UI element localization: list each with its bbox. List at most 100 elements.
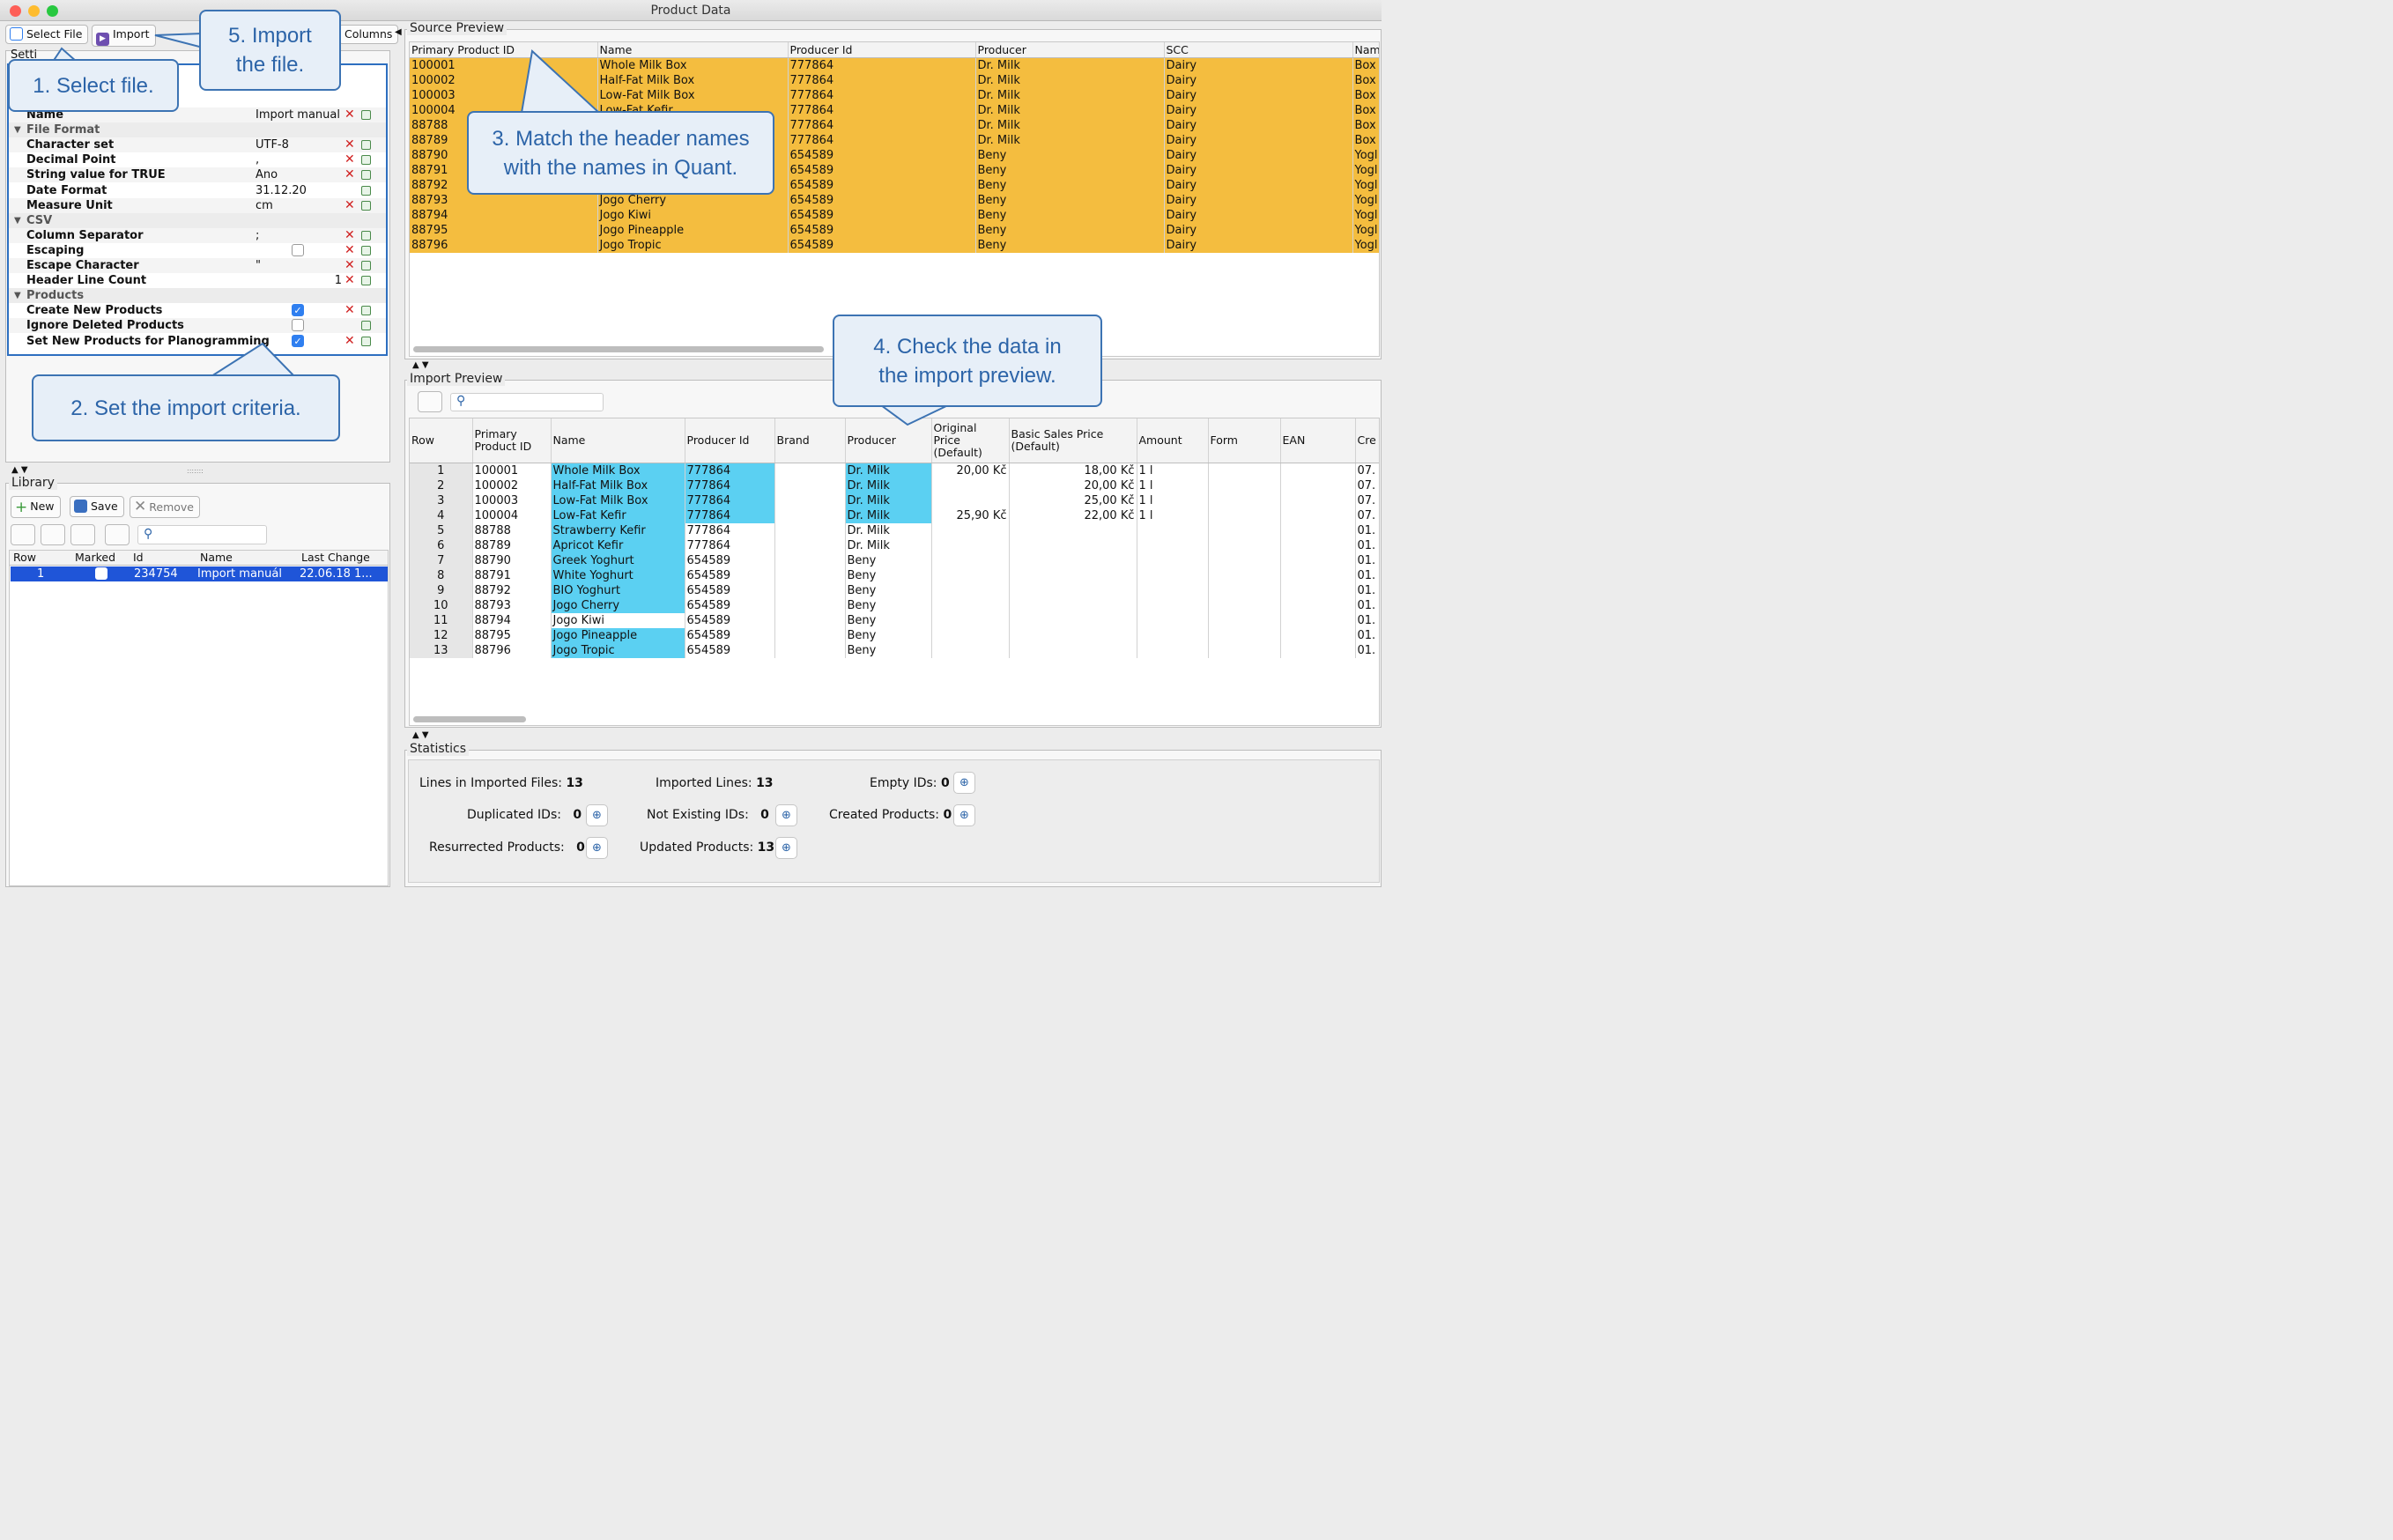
- expand-triangle-icon[interactable]: ▼: [14, 122, 21, 137]
- source-table-row[interactable]: 88794 Jogo Kiwi 654589 Beny Dairy Yogl: [410, 208, 1379, 223]
- import-table-row[interactable]: 4 100004 Low-Fat Kefir 777864 Dr. Milk 25,90 …: [410, 507, 1379, 523]
- import-table-row[interactable]: 6 88789 Apricot Kefir 777864 Dr. Milk 01.: [410, 537, 1379, 553]
- duplicate-icon[interactable]: [70, 524, 95, 545]
- export-icon[interactable]: [105, 524, 130, 545]
- export-preview-icon[interactable]: [418, 391, 442, 412]
- splitter-grip[interactable]: :::::::: [187, 467, 204, 475]
- save-button[interactable]: Save: [70, 496, 124, 517]
- import-column-header[interactable]: Brand: [774, 418, 846, 463]
- import-column-header[interactable]: Cre: [1355, 418, 1379, 463]
- copy-setting-icon[interactable]: [361, 321, 371, 331]
- import-column-header[interactable]: Row: [410, 418, 473, 463]
- source-column-header[interactable]: Name: [597, 42, 789, 58]
- clear-value-icon[interactable]: ✕: [345, 228, 355, 243]
- source-table-row[interactable]: 100002 Half-Fat Milk Box 777864 Dr. Milk Dai…: [410, 73, 1379, 88]
- source-column-header[interactable]: Producer: [975, 42, 1165, 58]
- settings-checkbox[interactable]: ✓: [292, 304, 304, 317]
- duplicated-ids-zoom-icon[interactable]: ⊕: [586, 804, 608, 826]
- import-table-row[interactable]: 2 100002 Half-Fat Milk Box 777864 Dr. Milk 20…: [410, 478, 1379, 493]
- clear-value-icon[interactable]: ✕: [345, 334, 355, 349]
- close-window-button[interactable]: [10, 5, 21, 17]
- import-table-row[interactable]: 9 88792 BIO Yoghurt 654589 Beny 01.: [410, 582, 1379, 598]
- copy-setting-icon[interactable]: [361, 306, 371, 316]
- library-col-last-change[interactable]: Last Change: [301, 551, 370, 564]
- copy-setting-icon[interactable]: [361, 140, 371, 151]
- import-table-row[interactable]: 8 88791 White Yoghurt 654589 Beny 01.: [410, 567, 1379, 583]
- copy-setting-icon[interactable]: [361, 276, 371, 286]
- collapse-left-icon[interactable]: ◀: [395, 27, 402, 37]
- import-column-header[interactable]: Amount: [1137, 418, 1209, 463]
- copy-setting-icon[interactable]: [361, 155, 371, 166]
- import-search-input[interactable]: ⚲: [450, 393, 604, 411]
- zoom-window-button[interactable]: [47, 5, 58, 17]
- settings-row-value[interactable]: ": [256, 258, 261, 273]
- minimize-window-button[interactable]: [28, 5, 40, 17]
- library-search-input[interactable]: ⚲: [137, 525, 267, 544]
- settings-row-value[interactable]: UTF-8: [256, 137, 289, 152]
- import-column-header[interactable]: Producer Id: [685, 418, 775, 463]
- resurrected-products-zoom-icon[interactable]: ⊕: [586, 837, 608, 859]
- source-column-header[interactable]: Nam: [1352, 42, 1379, 58]
- source-column-header[interactable]: Primary Product ID: [410, 42, 598, 58]
- library-col-marked[interactable]: Marked: [75, 551, 115, 564]
- clear-value-icon[interactable]: ✕: [345, 167, 355, 182]
- import-table-row[interactable]: 7 88790 Greek Yoghurt 654589 Beny 01.: [410, 552, 1379, 568]
- updated-products-zoom-icon[interactable]: ⊕: [775, 837, 797, 859]
- library-col-row[interactable]: Row: [13, 551, 36, 564]
- import-column-header[interactable]: Original Price (Default): [931, 418, 1010, 463]
- source-preview-scrollbar[interactable]: [413, 346, 824, 352]
- library-row[interactable]: 1 234754 Import manuál 22.06.18 1...: [11, 566, 388, 581]
- clear-value-icon[interactable]: ✕: [345, 137, 355, 152]
- import-table-row[interactable]: 13 88796 Jogo Tropic 654589 Beny 01.: [410, 642, 1379, 658]
- columns-button[interactable]: Columns: [338, 25, 399, 44]
- source-column-header[interactable]: SCC: [1164, 42, 1353, 58]
- clear-value-icon[interactable]: ✕: [345, 273, 355, 288]
- copy-setting-icon[interactable]: [361, 170, 371, 181]
- import-button[interactable]: ▶ Import: [92, 25, 156, 47]
- expand-triangle-icon[interactable]: ▼: [14, 288, 21, 303]
- copy-setting-icon[interactable]: [361, 185, 371, 196]
- splitter-arrows-icon[interactable]: ▲ ▼: [412, 730, 429, 740]
- settings-row-value[interactable]: Ano: [256, 167, 278, 182]
- mark-all-icon[interactable]: [11, 524, 35, 545]
- remove-button[interactable]: ✕ Remove: [130, 496, 200, 518]
- import-column-header[interactable]: Form: [1208, 418, 1281, 463]
- import-preview-scrollbar[interactable]: [413, 716, 526, 722]
- select-file-button[interactable]: Select File: [5, 25, 89, 44]
- copy-setting-icon[interactable]: [361, 200, 371, 211]
- settings-row-value[interactable]: ,: [256, 152, 259, 167]
- settings-checkbox[interactable]: [292, 243, 304, 256]
- library-col-name[interactable]: Name: [200, 551, 233, 564]
- settings-row-value[interactable]: cm: [256, 198, 273, 213]
- new-button[interactable]: + New: [11, 496, 61, 518]
- clear-value-icon[interactable]: ✕: [345, 198, 355, 213]
- settings-row-value[interactable]: Import manual: [256, 107, 340, 122]
- copy-setting-icon[interactable]: [361, 245, 371, 255]
- settings-row-value[interactable]: 1: [254, 273, 342, 288]
- source-table-row[interactable]: 100001 Whole Milk Box 777864 Dr. Milk Dairy B…: [410, 57, 1379, 73]
- settings-row-value[interactable]: ;: [256, 228, 259, 243]
- import-table-row[interactable]: 3 100003 Low-Fat Milk Box 777864 Dr. Milk 25,…: [410, 492, 1379, 508]
- empty-ids-zoom-icon[interactable]: ⊕: [953, 772, 975, 794]
- copy-setting-icon[interactable]: [361, 110, 371, 120]
- clear-value-icon[interactable]: ✕: [345, 303, 355, 318]
- source-table-row[interactable]: 88796 Jogo Tropic 654589 Beny Dairy Yogl: [410, 238, 1379, 253]
- import-table-row[interactable]: 5 88788 Strawberry Kefir 777864 Dr. Milk 01.: [410, 522, 1379, 538]
- source-table-row[interactable]: 88795 Jogo Pineapple 654589 Beny Dairy Yogl: [410, 223, 1379, 238]
- clear-value-icon[interactable]: ✕: [345, 107, 355, 122]
- settings-checkbox[interactable]: [292, 319, 304, 332]
- import-table-row[interactable]: 12 88795 Jogo Pineapple 654589 Beny 01.: [410, 627, 1379, 643]
- copy-setting-icon[interactable]: [361, 230, 371, 241]
- splitter-arrows-icon[interactable]: ▲ ▼: [412, 360, 429, 370]
- created-products-zoom-icon[interactable]: ⊕: [953, 804, 975, 826]
- copy-setting-icon[interactable]: [361, 261, 371, 270]
- import-table-row[interactable]: 11 88794 Jogo Kiwi 654589 Beny 01.: [410, 612, 1379, 628]
- not-existing-ids-zoom-icon[interactable]: ⊕: [775, 804, 797, 826]
- copy-setting-icon[interactable]: [361, 336, 371, 346]
- import-column-header[interactable]: Name: [551, 418, 685, 463]
- copy-icon[interactable]: [41, 524, 65, 545]
- import-table-row[interactable]: 1 100001 Whole Milk Box 777864 Dr. Milk 20,00…: [410, 463, 1379, 478]
- splitter-arrows-icon[interactable]: ▲ ▼: [11, 465, 28, 475]
- clear-value-icon[interactable]: ✕: [345, 152, 355, 167]
- library-row-marked-checkbox[interactable]: [95, 567, 107, 580]
